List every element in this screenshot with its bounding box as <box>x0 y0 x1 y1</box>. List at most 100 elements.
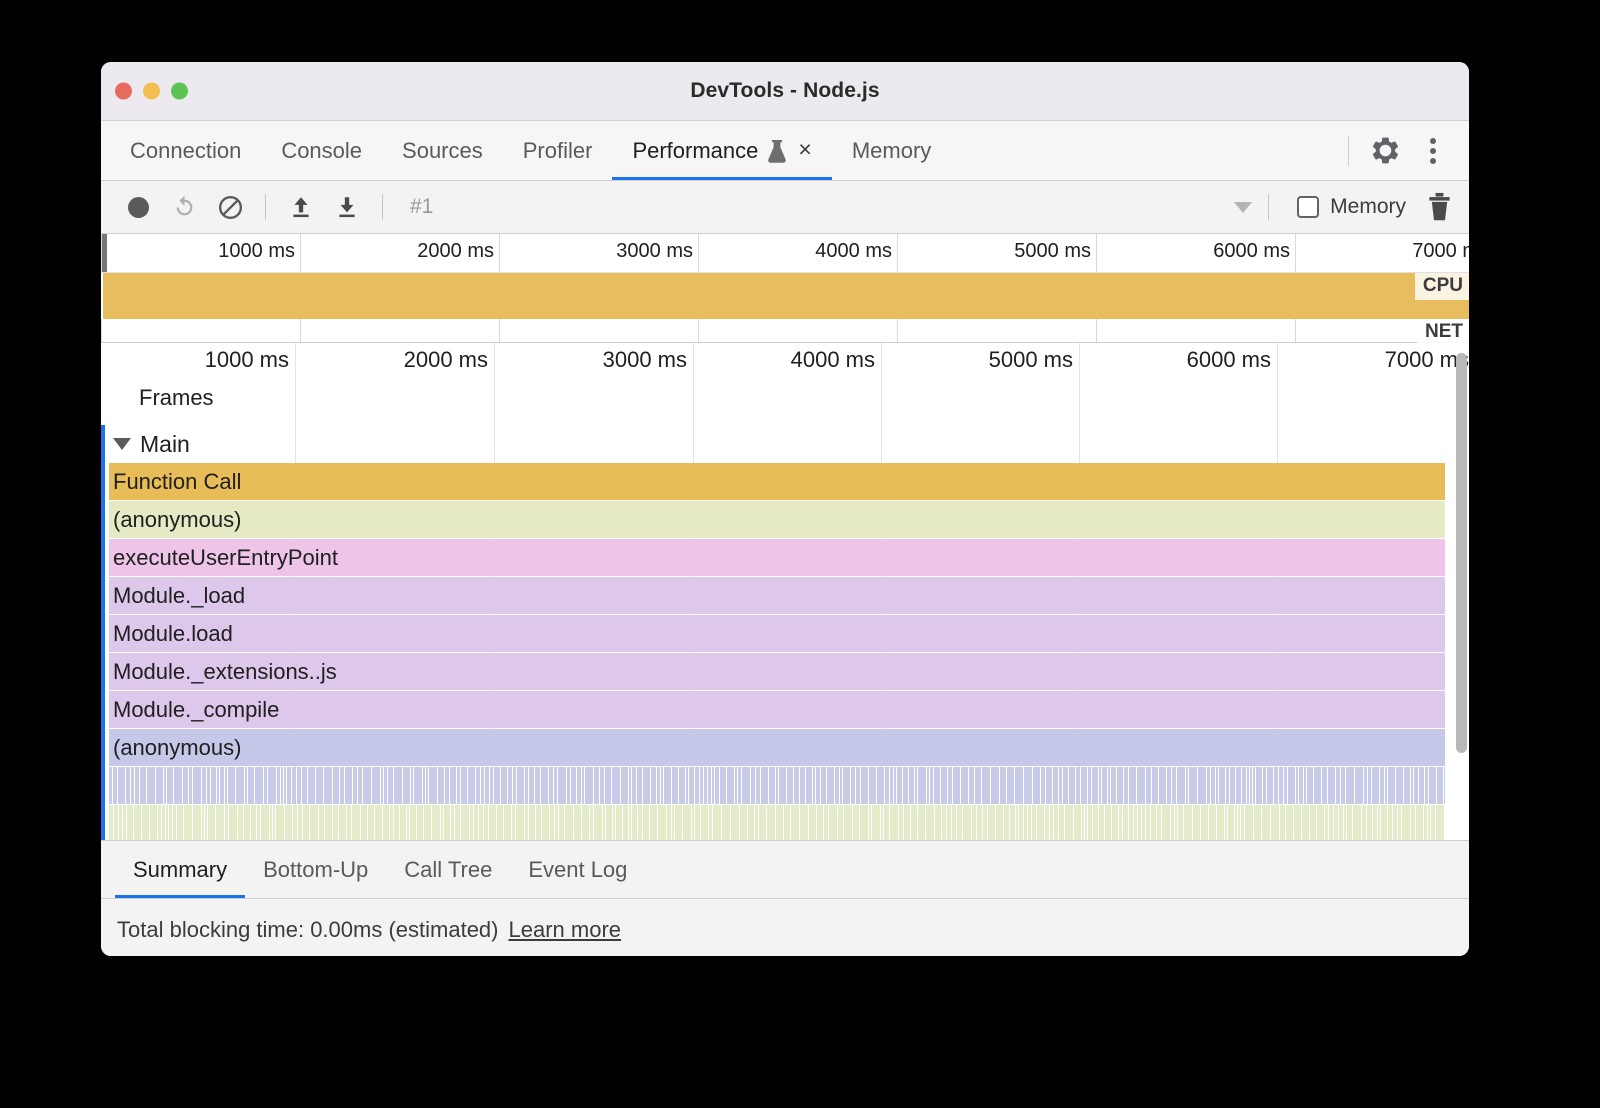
flame-chart[interactable]: 1000 ms 2000 ms 3000 ms 4000 ms 5000 ms … <box>101 343 1469 841</box>
tab-sources-label: Sources <box>402 138 483 164</box>
net-tick <box>101 319 300 342</box>
flame-bar[interactable]: (anonymous) <box>109 729 1445 766</box>
maximize-window-button[interactable] <box>171 83 188 100</box>
clear-button[interactable] <box>209 186 251 228</box>
close-window-button[interactable] <box>115 83 132 100</box>
tab-profiler-label: Profiler <box>523 138 593 164</box>
tab-event-log-label: Event Log <box>528 857 627 883</box>
flame-row[interactable]: executeUserEntryPoint <box>109 539 1469 576</box>
flame-row[interactable]: Module._extensions..js <box>109 653 1469 690</box>
record-button[interactable] <box>117 186 159 228</box>
flame-tick: 4000 ms <box>693 343 881 379</box>
summary-statusbar: Total blocking time: 0.00ms (estimated) … <box>101 899 1469 956</box>
close-icon[interactable]: × <box>798 138 811 161</box>
total-blocking-time-text: Total blocking time: 0.00ms (estimated) <box>117 917 499 943</box>
flame-row[interactable] <box>109 805 1469 841</box>
cpu-usage-fill <box>103 273 1469 319</box>
memory-checkbox-label: Memory <box>1330 195 1406 219</box>
save-profile-button[interactable] <box>326 186 368 228</box>
triangle-down-icon[interactable] <box>113 438 131 450</box>
tab-bottom-up[interactable]: Bottom-Up <box>245 841 386 898</box>
overview-cpu-band[interactable]: CPU <box>101 273 1469 319</box>
flame-row[interactable]: Module._load <box>109 577 1469 614</box>
divider <box>382 194 383 220</box>
overview-tick: 6000 ms <box>1096 234 1295 272</box>
frames-track[interactable]: Frames <box>101 379 1469 419</box>
flame-bar[interactable]: Module.load <box>109 615 1445 652</box>
flame-tick: 3000 ms <box>494 343 693 379</box>
learn-more-link[interactable]: Learn more <box>509 917 622 943</box>
tab-call-tree-label: Call Tree <box>404 857 492 883</box>
panel-tabbar: Connection Console Sources Profiler Perf… <box>101 121 1469 181</box>
flame-bar-label: Module._extensions..js <box>109 659 337 685</box>
flame-bar-label: Module._load <box>109 583 245 609</box>
session-selector-label[interactable]: #1 <box>410 195 433 219</box>
tab-profiler[interactable]: Profiler <box>503 121 613 180</box>
flame-tick: 1000 ms <box>101 343 295 379</box>
flame-bar-label: (anonymous) <box>109 735 241 761</box>
overview-net-band[interactable]: NET <box>101 319 1469 342</box>
main-track[interactable]: Main Function Call (anonymous) executeUs… <box>101 425 1469 841</box>
traffic-lights <box>115 83 188 100</box>
minimize-window-button[interactable] <box>143 83 160 100</box>
flame-tick: 2000 ms <box>295 343 494 379</box>
flame-row[interactable]: Function Call <box>109 463 1469 500</box>
flame-row[interactable]: (anonymous) <box>109 729 1469 766</box>
flame-row[interactable] <box>109 767 1469 804</box>
flame-bar[interactable]: Function Call <box>109 463 1445 500</box>
flame-bar[interactable]: (anonymous) <box>109 501 1445 538</box>
scrollbar-thumb[interactable] <box>1456 353 1467 753</box>
tab-sources[interactable]: Sources <box>382 121 503 180</box>
main-track-header[interactable]: Main <box>101 425 1469 463</box>
tab-summary-label: Summary <box>133 857 227 883</box>
chevron-down-icon[interactable] <box>1234 202 1252 213</box>
memory-checkbox-group[interactable]: Memory <box>1297 195 1406 219</box>
flame-tick: 7000 ms <box>1277 343 1469 379</box>
tab-performance[interactable]: Performance × <box>612 121 831 180</box>
flame-tick: 6000 ms <box>1079 343 1277 379</box>
flame-bar-label: Module.load <box>109 621 233 647</box>
net-tick <box>897 319 1096 342</box>
flame-bar[interactable]: executeUserEntryPoint <box>109 539 1445 576</box>
flame-bar[interactable]: Module._compile <box>109 691 1445 728</box>
net-tick <box>698 319 897 342</box>
flame-ruler[interactable]: 1000 ms 2000 ms 3000 ms 4000 ms 5000 ms … <box>101 343 1469 379</box>
main-track-indicator <box>101 425 105 841</box>
gear-icon[interactable] <box>1363 129 1407 173</box>
divider <box>1348 136 1349 166</box>
flame-row[interactable]: Module.load <box>109 615 1469 652</box>
tab-memory[interactable]: Memory <box>832 121 951 180</box>
flame-row[interactable]: (anonymous) <box>109 501 1469 538</box>
timeline-overview[interactable]: 1000 ms 2000 ms 3000 ms 4000 ms 5000 ms … <box>101 234 1469 343</box>
flame-row[interactable]: Module._compile <box>109 691 1469 728</box>
collect-garbage-button[interactable] <box>1426 192 1453 222</box>
details-tabbar: Summary Bottom-Up Call Tree Event Log <box>101 841 1469 899</box>
overview-ruler[interactable]: 1000 ms 2000 ms 3000 ms 4000 ms 5000 ms … <box>101 234 1469 273</box>
divider <box>265 194 266 220</box>
overview-tick: 5000 ms <box>897 234 1096 272</box>
screenshot-root: DevTools - Node.js Connection Console So… <box>0 0 1600 1108</box>
tab-console-label: Console <box>281 138 362 164</box>
tab-connection[interactable]: Connection <box>110 121 261 180</box>
overview-tick: 4000 ms <box>698 234 897 272</box>
tab-event-log[interactable]: Event Log <box>510 841 645 898</box>
flame-chart-scrollbar[interactable] <box>1456 353 1467 753</box>
flame-bar[interactable]: Module._load <box>109 577 1445 614</box>
load-profile-button[interactable] <box>280 186 322 228</box>
flame-tick: 5000 ms <box>881 343 1079 379</box>
flame-bar-group[interactable] <box>109 805 1445 841</box>
tab-summary[interactable]: Summary <box>115 841 245 898</box>
flame-bar[interactable]: Module._extensions..js <box>109 653 1445 690</box>
reload-and-record-button[interactable] <box>163 186 205 228</box>
net-band-label: NET <box>1417 319 1469 346</box>
memory-checkbox[interactable] <box>1297 196 1319 218</box>
tabbar-actions <box>1338 121 1469 180</box>
overview-tick: 3000 ms <box>499 234 698 272</box>
tab-call-tree[interactable]: Call Tree <box>386 841 510 898</box>
flame-bar-label: (anonymous) <box>109 507 241 533</box>
overview-tick: 7000 ms <box>1295 234 1469 272</box>
flame-bar-group[interactable] <box>109 767 1445 804</box>
tab-memory-label: Memory <box>852 138 931 164</box>
tab-console[interactable]: Console <box>261 121 382 180</box>
kebab-menu-icon[interactable] <box>1411 129 1455 173</box>
